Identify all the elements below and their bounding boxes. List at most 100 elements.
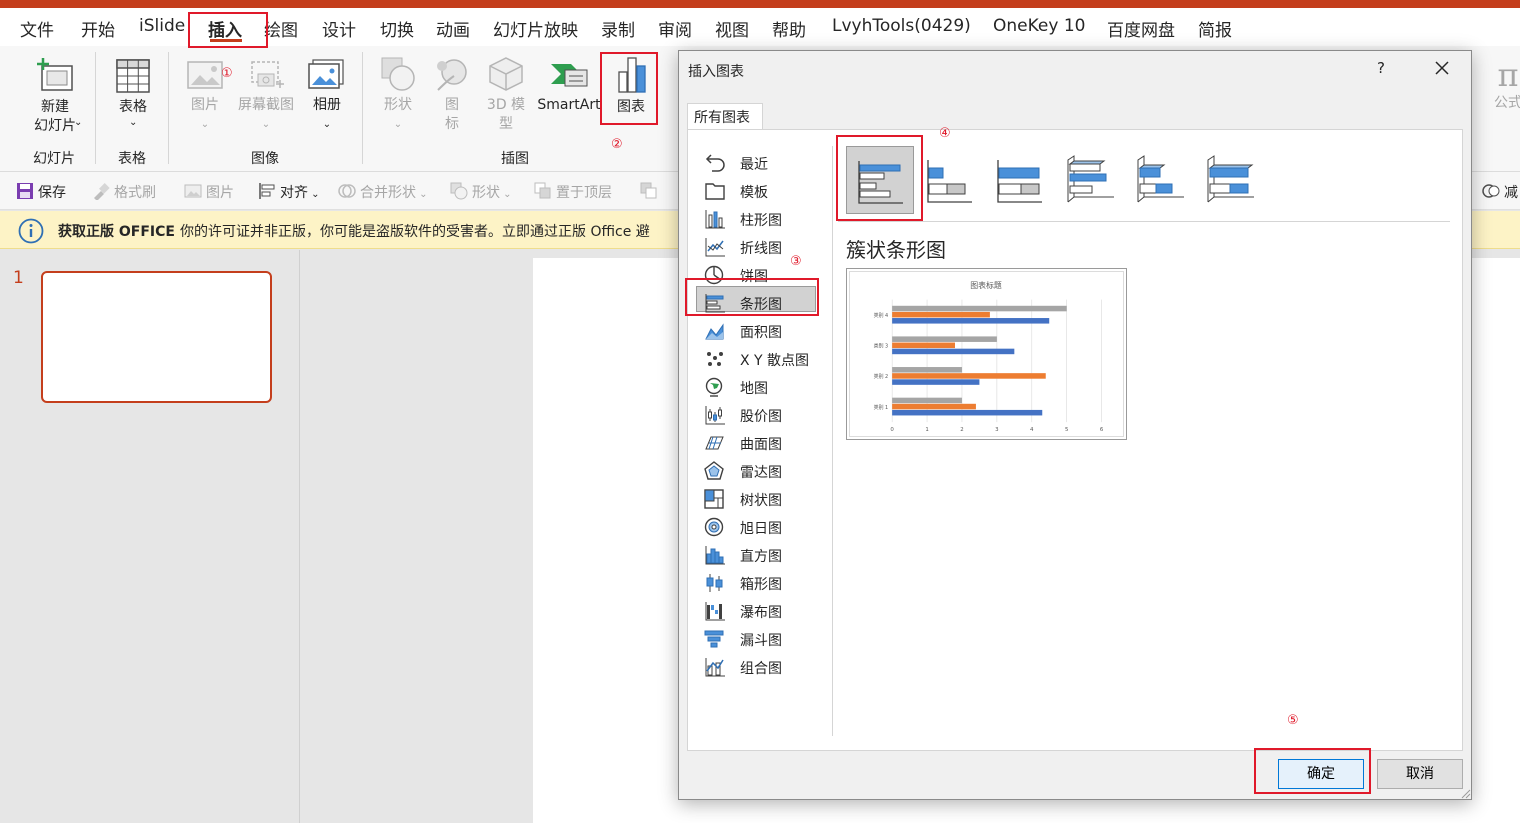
smartart-label: SmartArt — [537, 97, 601, 113]
shapes-icon — [381, 57, 415, 91]
align-label: 对齐 — [280, 185, 308, 201]
send-backward-button[interactable] — [640, 182, 662, 201]
table-label: 表格 — [119, 99, 147, 115]
subtype-3d-clustered-bar[interactable] — [1056, 146, 1124, 214]
merge-shapes-button[interactable]: 合并形状 ⌄ — [338, 182, 428, 202]
tab-file[interactable]: 文件 — [20, 16, 54, 41]
help-button[interactable]: ? — [1377, 59, 1385, 77]
chart-button[interactable]: 图表 — [608, 56, 654, 117]
funnel-icon — [704, 630, 724, 648]
tab-baidu-pan[interactable]: 百度网盘 — [1107, 16, 1175, 41]
shapes-button[interactable]: 形状 ⌄ — [376, 56, 420, 134]
subtype-stacked-bar[interactable] — [916, 146, 984, 214]
smartart-icon — [551, 64, 588, 87]
resize-grip-icon[interactable] — [1459, 787, 1471, 799]
bring-to-front-button[interactable]: 置于顶层 — [534, 182, 612, 202]
pie-chart-icon — [704, 265, 724, 285]
subtype-clustered-bar[interactable] — [846, 146, 914, 214]
bar — [892, 367, 962, 373]
tab-onekey[interactable]: OneKey 10 — [993, 16, 1085, 36]
histogram-icon — [705, 546, 725, 565]
group-label-illustrations: 插图 — [501, 151, 529, 167]
group-label-tables: 表格 — [118, 151, 146, 167]
tab-review[interactable]: 审阅 — [658, 16, 692, 41]
tab-home[interactable]: 开始 — [81, 16, 115, 41]
picture-label: 图片 — [191, 97, 219, 113]
shapes-label: 形状 — [384, 97, 412, 113]
group-divider — [95, 52, 96, 164]
smartart-button[interactable]: SmartArt — [534, 56, 604, 115]
box-whisker-icon — [706, 574, 723, 592]
slide-thumbnail[interactable] — [41, 271, 272, 403]
3d-models-button[interactable]: 3D 模 型 — [482, 56, 530, 134]
cancel-button[interactable]: 取消 — [1377, 759, 1463, 789]
bar — [892, 379, 980, 385]
chevron-down-icon[interactable]: ⌄ — [129, 117, 137, 128]
radar-chart-icon — [704, 461, 724, 480]
merge-shapes-label: 合并形状 — [360, 185, 416, 201]
save-button[interactable]: 保存 — [16, 182, 66, 202]
group-divider — [168, 52, 169, 164]
title-accent-bar — [0, 0, 1520, 8]
screenshot-button[interactable]: 屏幕截图 ⌄ — [232, 58, 300, 134]
table-button[interactable]: 表格 — [108, 58, 158, 117]
close-icon[interactable] — [1435, 61, 1449, 75]
icons-label: 图 标 — [445, 97, 459, 132]
tab-islide[interactable]: iSlide — [139, 16, 185, 36]
area-chart-icon — [705, 323, 724, 340]
shape-label: 形状 — [472, 185, 500, 201]
chart-label: 图表 — [617, 99, 645, 115]
tab-transitions[interactable]: 切换 — [380, 16, 414, 41]
new-slide-icon — [37, 58, 73, 91]
bar-chart-icon — [705, 294, 725, 313]
format-painter-button[interactable]: 格式刷 — [92, 182, 156, 202]
shape-button[interactable]: 形状 ⌄ — [450, 182, 512, 202]
qat-picture-label: 图片 — [206, 185, 234, 201]
bar — [892, 348, 1015, 355]
x-tick-label: 3 — [995, 427, 999, 433]
y-category-label: 类别 4 — [874, 312, 889, 319]
tab-animations[interactable]: 动画 — [436, 16, 470, 41]
icons-button[interactable]: 图 标 — [430, 56, 474, 134]
chart-icon — [618, 57, 646, 93]
subtract-shape-button[interactable]: 减 — [1482, 182, 1518, 202]
tab-record[interactable]: 录制 — [601, 16, 635, 41]
chevron-down-icon[interactable]: ⌄ — [74, 117, 82, 128]
save-label: 保存 — [38, 185, 66, 201]
active-tab-underline — [210, 39, 242, 42]
dialog-title: 插入图表 — [688, 64, 744, 80]
folder-icon — [705, 183, 725, 200]
scatter-chart-icon — [707, 352, 723, 366]
y-category-label: 类别 1 — [874, 404, 889, 411]
album-button[interactable]: 相册 ⌄ — [304, 58, 350, 134]
tab-brief[interactable]: 简报 — [1198, 16, 1232, 41]
tab-slideshow[interactable]: 幻灯片放映 — [493, 16, 578, 41]
group-divider — [362, 52, 363, 164]
ok-button[interactable]: 确定 — [1278, 759, 1364, 789]
globe-icon — [705, 377, 723, 397]
tab-help[interactable]: 帮助 — [772, 16, 806, 41]
screenshot-icon — [251, 61, 284, 88]
tab-view[interactable]: 视图 — [715, 16, 749, 41]
tab-lvyhtools[interactable]: LvyhTools(0429) — [832, 16, 971, 36]
tab-all-charts[interactable]: 所有图表 — [687, 103, 763, 129]
tab-design[interactable]: 设计 — [322, 16, 356, 41]
album-label: 相册 — [313, 97, 341, 113]
subtype-100-stacked-bar[interactable] — [986, 146, 1054, 214]
line-chart-icon — [705, 238, 725, 257]
align-button[interactable]: 对齐 ⌄ — [258, 182, 320, 202]
subtype-3d-100-stacked-bar[interactable] — [1196, 146, 1264, 214]
tab-insert[interactable]: 插入 — [208, 16, 242, 41]
chart-preview: 图表标题 0123456类别 1类别 2类别 3类别 4 系列3系列2系列1 — [849, 271, 1124, 444]
undo-icon — [705, 154, 725, 172]
bar — [892, 311, 990, 318]
subtype-divider — [838, 221, 1450, 222]
tab-draw[interactable]: 绘图 — [264, 16, 298, 41]
screenshot-label: 屏幕截图 — [238, 97, 294, 113]
3d-clustered-bar-icon — [1067, 155, 1114, 203]
x-tick-label: 5 — [1065, 427, 1068, 433]
subtype-3d-stacked-bar[interactable] — [1126, 146, 1194, 214]
qat-picture-button[interactable]: 图片 — [184, 182, 234, 202]
subtract-shape-label: 减 — [1504, 185, 1518, 201]
formula-button[interactable]: π 公式 — [1488, 56, 1520, 113]
